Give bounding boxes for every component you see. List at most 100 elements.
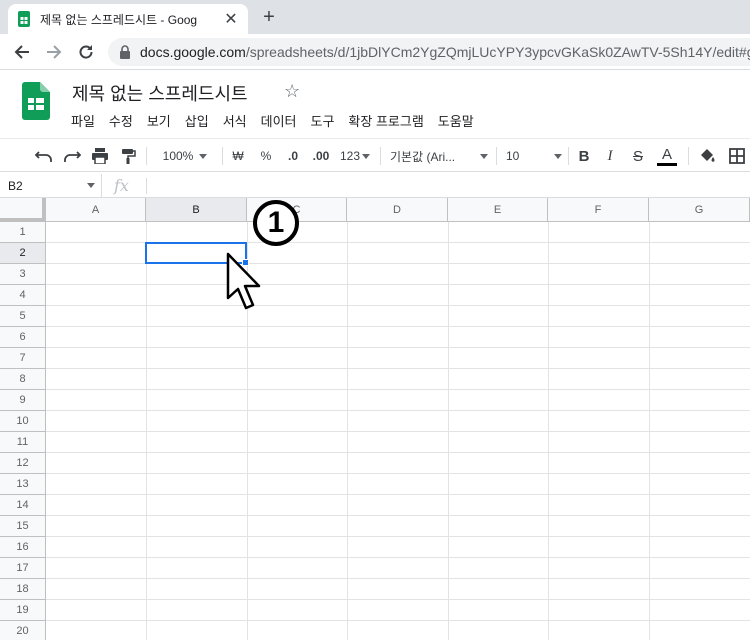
grid-line <box>46 347 750 348</box>
row-header-8[interactable]: 8 <box>0 369 46 390</box>
row-header-10[interactable]: 10 <box>0 411 46 432</box>
decrease-decimal-button[interactable]: .0 <box>282 143 304 169</box>
omnibox[interactable]: docs.google.com/spreadsheets/d/1jbDlYCm2… <box>108 38 750 66</box>
redo-icon[interactable] <box>60 143 84 169</box>
currency-format-button[interactable]: ₩ <box>228 143 248 169</box>
menu-extensions[interactable]: 확장 프로그램 <box>341 110 430 131</box>
toolbar-divider <box>496 147 497 165</box>
lock-icon <box>120 45 130 59</box>
row-header-3[interactable]: 3 <box>0 264 46 285</box>
sheets-favicon-icon <box>18 11 30 27</box>
column-header-a[interactable]: A <box>46 198 146 222</box>
chevron-down-icon <box>480 153 488 159</box>
star-icon[interactable]: ☆ <box>284 81 300 102</box>
borders-icon[interactable] <box>726 143 748 169</box>
menu-file[interactable]: 파일 <box>64 110 102 131</box>
close-icon[interactable]: ✕ <box>222 10 240 28</box>
column-header-e[interactable]: E <box>448 198 548 222</box>
bold-button[interactable]: B <box>574 143 594 169</box>
menu-edit[interactable]: 수정 <box>102 110 140 131</box>
spreadsheet-grid[interactable]: A B C D E F G 1 2 3 4 5 6 7 8 9 10 11 12… <box>0 198 750 640</box>
row-header-18[interactable]: 18 <box>0 579 46 600</box>
strikethrough-button[interactable]: S <box>628 143 648 169</box>
url-text: docs.google.com/spreadsheets/d/1jbDlYCm2… <box>140 44 750 60</box>
grid-line <box>46 452 750 453</box>
grid-line <box>46 389 750 390</box>
column-header-b[interactable]: B <box>146 198 247 222</box>
fill-color-icon[interactable] <box>696 143 718 169</box>
name-box[interactable]: B2 <box>0 174 102 197</box>
column-header-f[interactable]: F <box>548 198 649 222</box>
font-family-select[interactable]: 기본값 (Ari... <box>390 143 488 169</box>
row-header-20[interactable]: 20 <box>0 621 46 640</box>
menu-help[interactable]: 도움말 <box>431 110 481 131</box>
tab-title: 제목 없는 스프레드시트 - Goog <box>40 12 198 27</box>
menu-format[interactable]: 서식 <box>216 110 254 131</box>
grid-line <box>46 515 750 516</box>
font-family-value: 기본값 (Ari... <box>390 149 456 164</box>
forward-icon[interactable] <box>42 40 66 64</box>
text-color-button[interactable]: A <box>656 143 678 169</box>
row-header-5[interactable]: 5 <box>0 306 46 327</box>
row-header-19[interactable]: 19 <box>0 600 46 621</box>
toolbar-divider <box>222 147 223 165</box>
grid-line <box>46 620 750 621</box>
row-header-1[interactable]: 1 <box>0 222 46 243</box>
column-header-d[interactable]: D <box>347 198 448 222</box>
doc-title[interactable]: 제목 없는 스프레드시트 <box>72 80 248 106</box>
toolbar: 100% ₩ % .0 .00 123 기본값 (Ari... 10 B I S… <box>0 138 750 172</box>
grid-line <box>46 473 750 474</box>
fx-icon: fx <box>114 176 129 195</box>
grid-line <box>46 410 750 411</box>
grid-line <box>46 368 750 369</box>
docs-header: 제목 없는 스프레드시트 ☆ 파일 수정 보기 삽입 서식 데이터 도구 확장 … <box>0 70 750 136</box>
zoom-value: 100% <box>162 149 194 163</box>
browser-tab[interactable]: 제목 없는 스프레드시트 - Goog ✕ <box>8 4 248 34</box>
paint-format-icon[interactable] <box>116 143 140 169</box>
step-number-badge: 1 <box>253 200 299 246</box>
menu-data[interactable]: 데이터 <box>254 110 304 131</box>
row-header-7[interactable]: 7 <box>0 348 46 369</box>
increase-decimal-button[interactable]: .00 <box>308 143 334 169</box>
row-header-13[interactable]: 13 <box>0 474 46 495</box>
menu-view[interactable]: 보기 <box>140 110 178 131</box>
grid-line <box>46 578 750 579</box>
row-header-15[interactable]: 15 <box>0 516 46 537</box>
row-header-12[interactable]: 12 <box>0 453 46 474</box>
sheets-logo-icon[interactable] <box>22 82 50 120</box>
grid-line <box>46 305 750 306</box>
row-header-9[interactable]: 9 <box>0 390 46 411</box>
plus-icon[interactable]: + <box>258 6 280 28</box>
more-formats-select[interactable]: 123 <box>338 143 372 169</box>
screenshot-root: 제목 없는 스프레드시트 - Goog ✕ + docs.google.com/… <box>0 0 750 640</box>
zoom-select[interactable]: 100% <box>156 143 214 169</box>
row-header-6[interactable]: 6 <box>0 327 46 348</box>
grid-line <box>46 599 750 600</box>
row-header-17[interactable]: 17 <box>0 558 46 579</box>
row-header-16[interactable]: 16 <box>0 537 46 558</box>
grid-line <box>46 557 750 558</box>
name-box-value: B2 <box>8 179 23 193</box>
url-host: docs.google.com <box>140 44 246 60</box>
grid-line <box>46 326 750 327</box>
menu-insert[interactable]: 삽입 <box>178 110 216 131</box>
print-icon[interactable] <box>88 143 112 169</box>
menu-tools[interactable]: 도구 <box>304 110 342 131</box>
toolbar-divider <box>568 147 569 165</box>
row-header-4[interactable]: 4 <box>0 285 46 306</box>
row-header-2[interactable]: 2 <box>0 243 46 264</box>
grid-line <box>46 536 750 537</box>
percent-format-button[interactable]: % <box>256 143 276 169</box>
column-header-g[interactable]: G <box>649 198 750 222</box>
row-header-14[interactable]: 14 <box>0 495 46 516</box>
select-all-corner[interactable] <box>0 198 46 222</box>
italic-button[interactable]: I <box>600 143 620 169</box>
text-color-swatch <box>657 162 677 166</box>
font-size-select[interactable]: 10 <box>506 143 562 169</box>
chevron-down-icon <box>87 183 95 188</box>
formula-divider <box>146 178 147 194</box>
row-header-11[interactable]: 11 <box>0 432 46 453</box>
back-icon[interactable] <box>10 40 34 64</box>
undo-icon[interactable] <box>32 143 56 169</box>
reload-icon[interactable] <box>74 40 98 64</box>
